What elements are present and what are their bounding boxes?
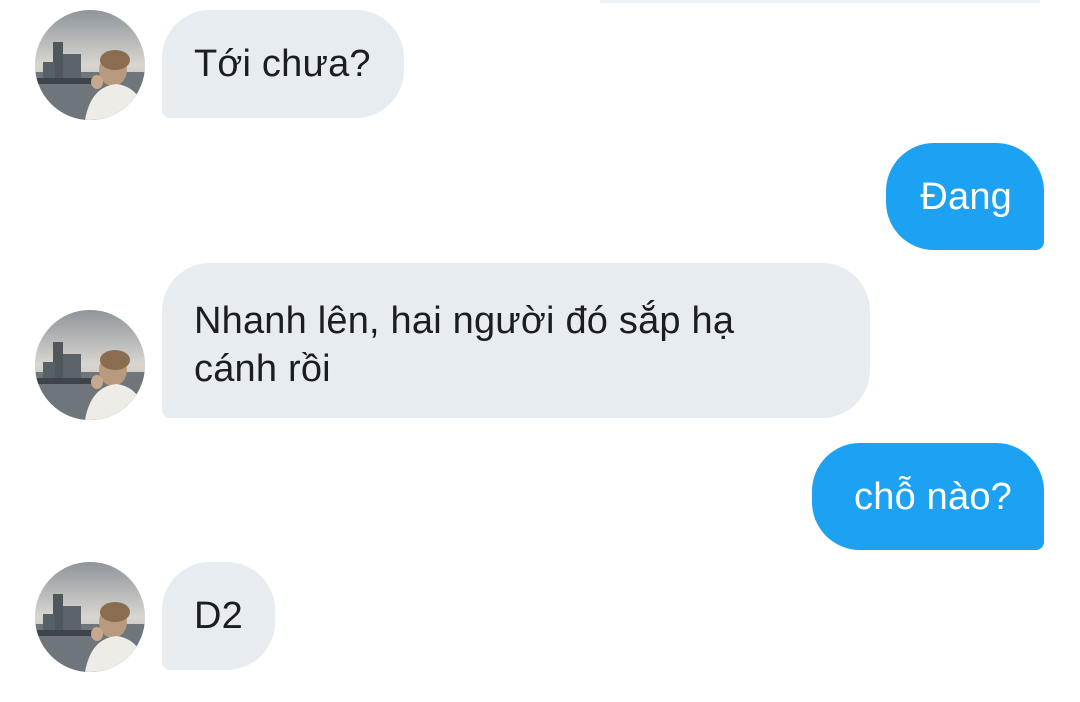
incoming-message-bubble[interactable]: Tới chưa?: [162, 10, 404, 118]
profile-photo-icon: [35, 562, 145, 672]
sender-avatar[interactable]: [35, 310, 145, 420]
message-text: Nhanh lên, hai người đó sắp hạ cánh rồi: [194, 300, 735, 390]
incoming-message-bubble[interactable]: D2: [162, 562, 275, 670]
conversation-view: Tới chưa? Đang Nhanh lên, hai người đó s…: [0, 0, 1080, 702]
message-text: Tới chưa?: [194, 43, 371, 85]
incoming-message-bubble[interactable]: Nhanh lên, hai người đó sắp hạ cánh rồi: [162, 263, 870, 418]
outgoing-message-bubble[interactable]: chỗ nào?: [812, 443, 1044, 550]
profile-photo-icon: [35, 310, 145, 420]
message-text: chỗ nào?: [854, 475, 1012, 518]
outgoing-message-bubble[interactable]: Đang: [886, 143, 1044, 250]
previous-message-edge: [600, 0, 1040, 3]
message-text: D2: [194, 595, 243, 637]
sender-avatar[interactable]: [35, 562, 145, 672]
sender-avatar[interactable]: [35, 10, 145, 120]
message-text: Đang: [920, 175, 1012, 218]
profile-photo-icon: [35, 10, 145, 120]
